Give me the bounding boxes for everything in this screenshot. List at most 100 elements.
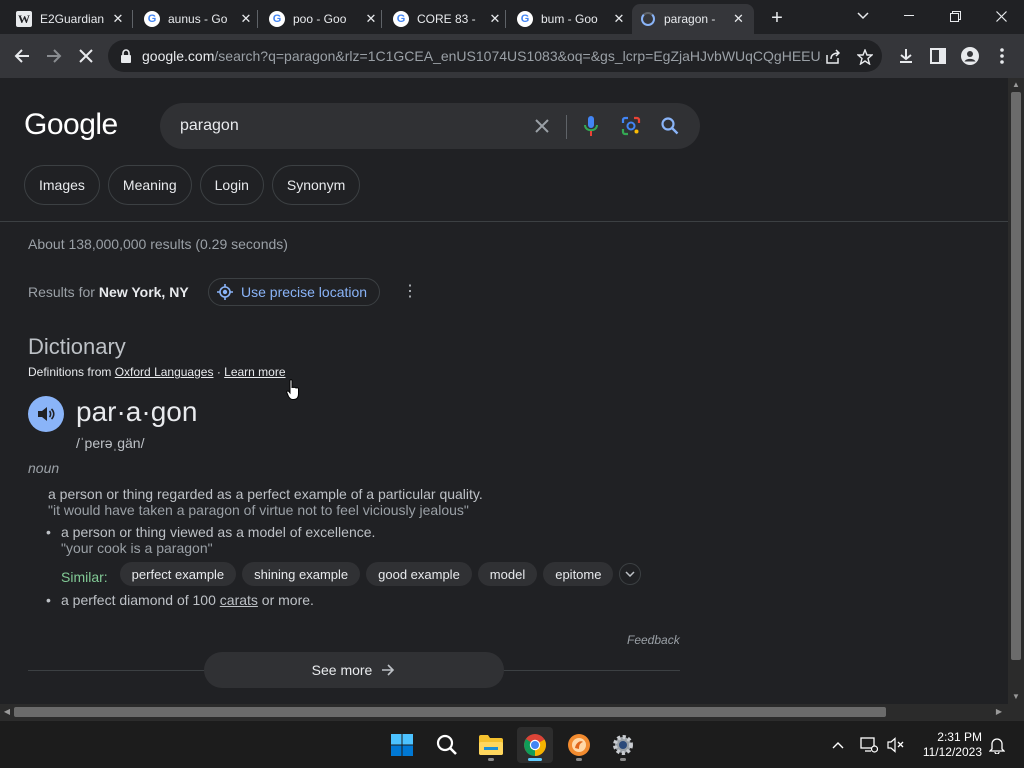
minimize-button[interactable]	[886, 0, 932, 32]
scroll-thumb[interactable]	[1011, 92, 1021, 660]
microphone-icon[interactable]	[580, 115, 602, 137]
scroll-down-arrow-icon[interactable]: ▼	[1008, 690, 1024, 704]
part-of-speech: noun	[28, 460, 60, 476]
results-for-label: Results for	[28, 284, 95, 300]
close-icon[interactable]: ✕	[611, 11, 627, 27]
search-input[interactable]	[180, 115, 510, 137]
close-icon[interactable]: ✕	[363, 11, 379, 27]
kebab-menu-icon	[1000, 48, 1004, 64]
volume-muted-icon[interactable]	[884, 733, 908, 757]
tab-bum[interactable]: G bum - Goo ✕	[509, 4, 635, 34]
window-close-button[interactable]	[978, 0, 1024, 32]
search-icon[interactable]	[659, 115, 681, 137]
feedback-link[interactable]: Feedback	[627, 633, 680, 647]
close-icon[interactable]: ✕	[110, 11, 126, 27]
bullet: •	[46, 592, 51, 608]
file-explorer-button[interactable]	[473, 727, 509, 763]
tab-poo[interactable]: G poo - Goo ✕	[261, 4, 387, 34]
loading-icon	[640, 11, 656, 27]
new-tab-button[interactable]: +	[764, 6, 790, 30]
clear-icon[interactable]	[531, 115, 553, 137]
url-path: /search?q=paragon&rlz=1C1GCEA_enUS1074US…	[214, 48, 822, 64]
scroll-up-arrow-icon[interactable]: ▲	[1008, 78, 1024, 92]
carats-link[interactable]: carats	[220, 592, 258, 608]
similar-chip[interactable]: good example	[366, 562, 472, 586]
bookmark-star-icon[interactable]	[856, 48, 874, 66]
chip-synonym[interactable]: Synonym	[271, 165, 361, 205]
similar-chip[interactable]: epitome	[543, 562, 614, 586]
clock-time: 2:31 PM	[937, 730, 982, 744]
running-indicator	[488, 758, 494, 761]
scroll-right-arrow-icon[interactable]: ▶	[992, 704, 1006, 720]
notification-bell-icon[interactable]	[985, 733, 1009, 757]
chrome-taskbar-button[interactable]	[517, 727, 553, 763]
pronunciation-button[interactable]	[28, 396, 64, 432]
dictionary-heading: Dictionary	[28, 334, 126, 359]
tab-aunus[interactable]: G aunus - Go ✕	[136, 4, 262, 34]
similar-chip[interactable]: perfect example	[119, 562, 237, 586]
scroll-thumb[interactable]	[14, 707, 886, 717]
running-indicator	[528, 758, 542, 761]
tab-e2guardian[interactable]: W E2Guardian ✕	[8, 4, 134, 34]
start-button[interactable]	[384, 727, 420, 763]
close-icon[interactable]: ✕	[731, 11, 746, 27]
oxford-languages-link[interactable]: Oxford Languages	[115, 365, 214, 379]
bullet: •	[46, 524, 51, 540]
system-clock[interactable]: 2:31 PM 11/12/2023	[916, 730, 982, 760]
settings-taskbar-button[interactable]	[605, 727, 641, 763]
tab-divider	[505, 10, 506, 28]
camera-lens-icon[interactable]	[620, 115, 642, 137]
taskbar-search-button[interactable]	[429, 727, 465, 763]
close-icon[interactable]: ✕	[238, 11, 254, 27]
tab-paragon[interactable]: paragon - ✕	[632, 4, 754, 34]
google-logo[interactable]: Google	[24, 108, 118, 142]
show-hidden-icons-button[interactable]	[826, 733, 850, 757]
chevron-down-icon	[625, 571, 635, 577]
similar-chip[interactable]: model	[477, 562, 538, 586]
forward-button[interactable]	[38, 40, 70, 72]
google-icon: G	[517, 11, 533, 27]
side-panel-icon	[930, 48, 946, 64]
tab-core-83[interactable]: G CORE 83 - ✕	[385, 4, 511, 34]
phonetic: /ˈperəˌɡän/	[76, 435, 145, 451]
restore-icon	[949, 10, 961, 22]
address-bar[interactable]: google.com/search?q=paragon&rlz=1C1GCEA_…	[108, 40, 882, 72]
tab-title: aunus - Go	[168, 12, 228, 26]
google-icon: G	[393, 11, 409, 27]
profile-icon	[961, 47, 979, 65]
vertical-scrollbar[interactable]: ▲ ▼	[1008, 78, 1024, 704]
profile-button[interactable]	[954, 40, 986, 72]
chevron-up-icon	[832, 742, 844, 749]
use-precise-location-button[interactable]: Use precise location	[208, 278, 381, 306]
chip-login[interactable]: Login	[199, 165, 264, 205]
menu-button[interactable]	[986, 40, 1018, 72]
downloads-button[interactable]	[890, 40, 922, 72]
search-box[interactable]	[160, 103, 700, 149]
stop-button[interactable]	[70, 40, 102, 72]
back-button[interactable]	[6, 40, 38, 72]
horizontal-scrollbar[interactable]: ◀ ▶	[0, 704, 1008, 720]
location-more-icon[interactable]: ⋮	[402, 281, 418, 303]
scroll-left-arrow-icon[interactable]: ◀	[0, 704, 14, 720]
network-icon[interactable]	[857, 733, 881, 757]
see-more-button[interactable]: See more	[204, 652, 504, 688]
location-target-icon	[217, 284, 233, 300]
similar-chip[interactable]: shining example	[242, 562, 361, 586]
app-taskbar-button[interactable]	[561, 727, 597, 763]
windows-logo-icon	[391, 734, 413, 756]
learn-more-link[interactable]: Learn more	[224, 365, 285, 379]
location-name: New York, NY	[98, 284, 189, 300]
precise-location-label: Use precise location	[241, 284, 368, 300]
chip-meaning[interactable]: Meaning	[107, 165, 192, 205]
expand-similar-button[interactable]	[619, 563, 642, 585]
back-arrow-icon	[14, 49, 29, 63]
sub-def-post: or more.	[261, 592, 314, 608]
restore-button[interactable]	[932, 0, 978, 32]
url-text: google.com/search?q=paragon&rlz=1C1GCEA_…	[142, 48, 822, 64]
close-icon[interactable]: ✕	[487, 11, 503, 27]
share-icon[interactable]	[824, 48, 842, 66]
side-panel-button[interactable]	[922, 40, 954, 72]
chip-images[interactable]: Images	[24, 165, 100, 205]
w-icon: W	[16, 11, 32, 27]
tab-search-button[interactable]	[840, 0, 886, 32]
